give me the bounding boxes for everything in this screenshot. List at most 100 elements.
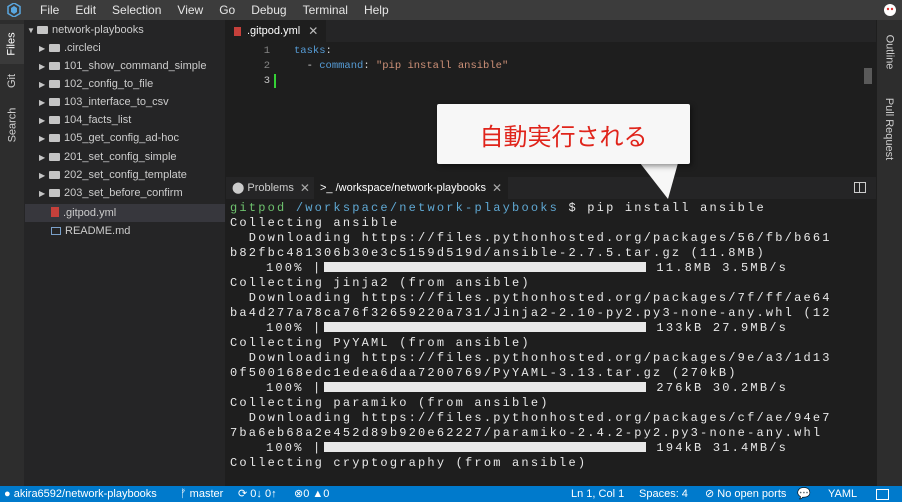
progress-bar <box>324 442 647 452</box>
tree-item-105[interactable]: ▶ 105_get_config_ad-hoc <box>25 129 239 147</box>
status-cursor-position[interactable]: Ln 1, Col 1 <box>571 486 624 502</box>
github-icon: ● <box>4 488 11 500</box>
yaml-file-icon <box>51 207 59 217</box>
menu-terminal[interactable]: Terminal <box>295 0 356 20</box>
menu-bar: File Edit Selection View Go Debug Termin… <box>0 0 902 20</box>
menu-help[interactable]: Help <box>356 0 397 20</box>
terminal-line: 7ba6eb68a2e452d89b920e62227/paramiko-2.4… <box>230 426 823 440</box>
status-bar: ● akira6592/network-playbooks ᚠ master ⟳… <box>0 486 902 502</box>
callout-pointer <box>640 163 678 199</box>
tree-root-folder[interactable]: ▼ network-playbooks <box>25 21 227 39</box>
warning-icon: ▲ <box>312 488 324 500</box>
notification-icon[interactable] <box>876 486 889 502</box>
folder-icon <box>49 171 60 179</box>
folder-icon <box>49 62 60 70</box>
code-line-1[interactable]: 1 tasks: <box>226 44 332 58</box>
scrollbar[interactable] <box>864 68 872 84</box>
menu-go[interactable]: Go <box>211 0 243 20</box>
status-ports[interactable]: ⊘ No open ports <box>705 486 786 502</box>
menu-file[interactable]: File <box>32 0 67 20</box>
chat-icon[interactable]: 💬 <box>797 486 811 502</box>
chevron-right-icon: ▶ <box>39 189 46 198</box>
status-problems[interactable]: ⊗ 0 ▲ 0 <box>294 486 329 502</box>
terminal-progress-line: 100% | 276kB 30.2MB/s <box>266 381 789 395</box>
menu-selection[interactable]: Selection <box>104 0 169 20</box>
chevron-down-icon: ▼ <box>27 26 35 35</box>
folder-icon <box>37 26 48 34</box>
tab-gitpod-yml[interactable]: .gitpod.yml ✕ <box>226 20 328 42</box>
editor-area: .gitpod.yml ✕ 1 tasks: 2 - command: "pip … <box>226 20 876 486</box>
terminal-line: ba4d277a78ca76f32659220a731/Jinja2-2.10-… <box>230 306 832 320</box>
tree-item-gitpod-yml[interactable]: .gitpod.yml <box>25 204 225 222</box>
status-branch[interactable]: ᚠ master <box>180 486 223 502</box>
status-sync[interactable]: ⟳ 0↓ 0↑ <box>238 486 277 502</box>
terminal-line: Collecting PyYAML (from ansible) <box>230 336 531 350</box>
chevron-right-icon: ▶ <box>39 134 46 143</box>
file-explorer: ▼ network-playbooks ▶ .circleci ▶ 101_show_… <box>25 20 225 486</box>
chevron-right-icon: ▶ <box>39 153 46 162</box>
status-repo[interactable]: ● akira6592/network-playbooks <box>4 486 157 502</box>
left-activity-bar: Files Git Search <box>0 20 25 486</box>
tree-item-readme[interactable]: README.md <box>25 222 251 240</box>
menu-debug[interactable]: Debug <box>243 0 294 20</box>
terminal-progress-line: 100% | 194kB 31.4MB/s <box>266 441 789 455</box>
ports-icon: ⊘ <box>705 488 715 500</box>
close-icon[interactable]: ✕ <box>300 177 310 199</box>
tree-item-203[interactable]: ▶ 203_set_before_confirm <box>25 184 239 202</box>
chevron-right-icon: ▶ <box>39 116 46 125</box>
terminal-progress-line: 100% | 11.8MB 3.5MB/s <box>266 261 789 275</box>
yaml-file-icon <box>234 26 241 36</box>
editor-tab-bar: .gitpod.yml ✕ <box>226 20 876 42</box>
callout-text: 自動実行される <box>479 123 648 151</box>
menu-edit[interactable]: Edit <box>67 0 104 20</box>
terminal-prompt-line: gitpod /workspace/network-playbooks $ pi… <box>230 201 766 215</box>
code-line-3[interactable]: 3 <box>226 74 294 88</box>
tab-terminal[interactable]: >_ /workspace/network-playbooks ✕ <box>314 177 509 200</box>
terminal-line: Downloading https://files.pythonhosted.o… <box>230 231 832 245</box>
terminal-output[interactable]: gitpod /workspace/network-playbooks $ pi… <box>226 200 876 486</box>
chevron-right-icon: ▶ <box>39 171 46 180</box>
tree-item-circleci[interactable]: ▶ .circleci <box>25 39 239 57</box>
problems-icon: ⬤ <box>232 182 245 194</box>
code-line-2[interactable]: 2 - command: "pip install ansible" <box>226 59 509 73</box>
status-language[interactable]: YAML <box>828 486 857 502</box>
tab-search[interactable]: Search <box>0 100 24 150</box>
gitpod-logo-icon <box>4 0 24 20</box>
folder-icon <box>49 153 60 161</box>
close-icon[interactable]: ✕ <box>308 24 318 38</box>
tab-pull-request[interactable]: Pull Request <box>877 84 902 174</box>
terminal-line: Downloading https://files.pythonhosted.o… <box>230 351 832 365</box>
menu-view[interactable]: View <box>169 0 211 20</box>
tree-item-103[interactable]: ▶ 103_interface_to_csv <box>25 93 239 111</box>
terminal-line: Collecting jinja2 (from ansible) <box>230 276 531 290</box>
folder-icon <box>49 44 60 52</box>
markdown-file-icon <box>51 227 61 235</box>
sync-icon: ⟳ <box>238 488 248 500</box>
tree-item-202[interactable]: ▶ 202_set_config_template <box>25 166 239 184</box>
folder-icon <box>49 189 60 197</box>
terminal-line: Downloading https://files.pythonhosted.o… <box>230 291 832 305</box>
progress-bar <box>324 322 647 332</box>
tab-git[interactable]: Git <box>0 66 24 96</box>
chevron-right-icon: ▶ <box>39 44 46 53</box>
tree-item-102[interactable]: ▶ 102_config_to_file <box>25 75 239 93</box>
terminal-line: Collecting cryptography (from ansible) <box>230 456 588 470</box>
chevron-right-icon: ▶ <box>39 98 46 107</box>
status-indentation[interactable]: Spaces: 4 <box>639 486 688 502</box>
maximize-panel-icon[interactable] <box>854 182 866 193</box>
terminal-progress-line: 100% | 133kB 27.9MB/s <box>266 321 789 335</box>
chevron-right-icon: ▶ <box>39 62 46 71</box>
folder-icon <box>49 98 60 106</box>
progress-bar <box>324 262 647 272</box>
tree-item-201[interactable]: ▶ 201_set_config_simple <box>25 148 239 166</box>
close-icon[interactable]: ✕ <box>492 177 502 199</box>
github-octocat-icon[interactable] <box>882 2 898 18</box>
tree-item-101[interactable]: ▶ 101_show_command_simple <box>25 57 239 75</box>
right-activity-bar: Outline Pull Request <box>877 20 902 486</box>
tab-problems[interactable]: ⬤ Problems ✕ <box>226 177 316 199</box>
tree-item-104[interactable]: ▶ 104_facts_list <box>25 111 239 129</box>
tab-outline[interactable]: Outline <box>877 24 902 80</box>
tab-files[interactable]: Files <box>0 24 24 64</box>
terminal-line: b82fbc481306b30e3c5159d519d/ansible-2.7.… <box>230 246 766 260</box>
text-cursor <box>274 74 276 88</box>
